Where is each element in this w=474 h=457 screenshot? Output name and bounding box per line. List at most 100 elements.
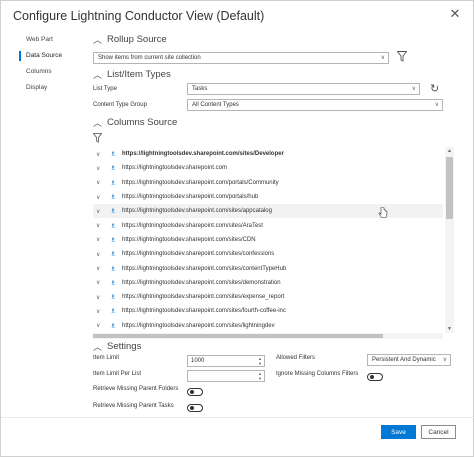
list-item-types-header[interactable]: ︿ List/Item Types: [93, 68, 171, 81]
tree-row[interactable]: ∨ ♗ https://lightningtoolsdev.sharepoint.c…: [93, 176, 443, 190]
tree-row[interactable]: ∨ ♗ https://lightningtoolsdev.sharepoint.c…: [93, 290, 443, 304]
sidebar-item-columns[interactable]: Columns: [1, 65, 83, 79]
site-icon: ♗: [110, 236, 117, 244]
cancel-button[interactable]: Cancel: [421, 425, 456, 439]
columns-source-title: Columns Source: [107, 117, 178, 128]
chevron-down-icon[interactable]: ∨: [96, 165, 110, 172]
chevron-down-icon[interactable]: ∨: [96, 251, 110, 258]
list-type-value: Tasks: [192, 86, 208, 92]
tree-row[interactable]: ∨ ♗ https://lightningtoolsdev.sharepoint.c…: [93, 261, 443, 275]
item-limit-per-list-label: Item Limit Per List: [93, 371, 142, 377]
chevron-down-icon[interactable]: ∨: [96, 208, 110, 215]
site-icon: ♗: [110, 165, 117, 173]
sidebar-nav: Web Part Data Source Columns Display: [1, 31, 83, 97]
retrieve-parent-tasks-toggle[interactable]: [187, 404, 203, 412]
tree-row[interactable]: ∨ ♗ https://lightningtoolsdev.sharepoint.c…: [93, 190, 443, 204]
chevron-down-icon[interactable]: ∨: [96, 265, 110, 272]
site-url: https://lightningtoolsdev.sharepoint.com…: [122, 222, 263, 229]
site-icon: ♗: [110, 294, 117, 302]
tree-row[interactable]: ∨ ♗ https://lightningtoolsdev.sharepoint.c…: [93, 319, 443, 333]
content-type-group-value: All Content Types: [192, 102, 239, 108]
settings-title: Settings: [107, 341, 142, 352]
refresh-icon[interactable]: ↻: [430, 82, 439, 95]
site-url: https://lightningtoolsdev.sharepoint.com…: [122, 236, 256, 243]
ignore-missing-columns-toggle[interactable]: [367, 373, 383, 381]
tree-row[interactable]: ∨ ♗ https://lightningtoolsdev.sharepoint.c…: [93, 147, 443, 161]
item-limit-per-list-input[interactable]: ▲ ▼: [187, 370, 265, 382]
chevron-up-icon: ︿: [93, 35, 103, 45]
spin-arrows-icon[interactable]: ▲ ▼: [258, 371, 262, 381]
tree-vertical-scrollbar[interactable]: ▲ ▼: [445, 147, 454, 333]
hand-cursor-icon: [378, 207, 388, 218]
list-type-select[interactable]: Tasks ∨: [187, 83, 420, 95]
chevron-up-icon: ︿: [93, 118, 103, 128]
site-url: https://lightningtoolsdev.sharepoint.com…: [122, 208, 272, 215]
chevron-down-icon[interactable]: ∨: [96, 151, 110, 158]
scrollbar-thumb[interactable]: [93, 334, 383, 338]
item-limit-label: Item Limit: [93, 355, 120, 361]
item-limit-value: 1000: [191, 358, 205, 364]
tree-row[interactable]: ∨ ♗ https://lightningtoolsdev.sharepoint.c…: [93, 233, 443, 247]
content-type-group-select[interactable]: All Content Types ∨: [187, 99, 443, 111]
tree-row[interactable]: ∨ ♗ https://lightningtoolsdev.sharepoint.c…: [93, 276, 443, 290]
site-tree: ∨ ♗ https://lightningtoolsdev.sharepoint.c…: [93, 147, 443, 333]
chevron-down-icon[interactable]: ∨: [96, 322, 110, 329]
scroll-up-icon[interactable]: ▲: [445, 147, 454, 155]
tree-row[interactable]: ∨ ♗ https://lightningtoolsdev.sharepoint.c…: [93, 204, 443, 219]
site-icon: ♗: [110, 279, 117, 287]
scrollbar-thumb[interactable]: [446, 157, 453, 219]
tree-row[interactable]: ∨ ♗ https://lightningtoolsdev.sharepoint.c…: [93, 304, 443, 318]
filter-icon[interactable]: [396, 51, 408, 65]
dialog-title: Configure Lightning Conductor View (Defa…: [13, 9, 265, 23]
tree-row[interactable]: ∨ ♗ https://lightningtoolsdev.sharepoint.c…: [93, 218, 443, 232]
chevron-down-icon[interactable]: ∨: [96, 222, 110, 229]
filter-icon[interactable]: [92, 133, 103, 146]
site-url: https://lightningtoolsdev.sharepoint.com: [122, 165, 227, 172]
ignore-missing-columns-label: Ignore Missing Columns Filters: [276, 371, 359, 377]
allowed-filters-value: Persistent And Dynamic: [372, 357, 436, 363]
chevron-down-icon: ∨: [411, 86, 416, 92]
chevron-down-icon[interactable]: ∨: [96, 279, 110, 286]
site-icon: ♗: [110, 308, 117, 316]
site-icon: ♗: [110, 179, 117, 187]
chevron-down-icon: ∨: [442, 357, 447, 363]
site-url: https://lightningtoolsdev.sharepoint.com…: [122, 322, 275, 329]
tree-horizontal-scrollbar[interactable]: [93, 333, 443, 339]
site-icon: ♗: [110, 194, 117, 202]
chevron-down-icon: ∨: [380, 55, 385, 61]
item-limit-input[interactable]: 1000 ▲ ▼: [187, 355, 265, 367]
save-button[interactable]: Save: [381, 425, 416, 439]
allowed-filters-select[interactable]: Persistent And Dynamic ∨: [367, 354, 451, 366]
site-url: https://lightningtoolsdev.sharepoint.com…: [122, 179, 279, 186]
list-item-types-title: List/Item Types: [107, 69, 171, 80]
retrieve-parent-folders-toggle[interactable]: [187, 388, 203, 396]
allowed-filters-label: Allowed Filters: [276, 355, 316, 361]
tree-row[interactable]: ∨ ♗ https://lightningtoolsdev.sharepoint.c…: [93, 247, 443, 261]
sidebar-item-web-part[interactable]: Web Part: [1, 33, 83, 47]
close-icon[interactable]: ✕: [447, 6, 463, 22]
site-icon: ♗: [110, 208, 117, 216]
chevron-down-icon[interactable]: ∨: [96, 236, 110, 243]
chevron-down-icon[interactable]: ∨: [96, 179, 110, 186]
chevron-down-icon[interactable]: ∨: [96, 308, 110, 315]
site-icon: ♗: [110, 151, 117, 159]
columns-source-header[interactable]: ︿ Columns Source: [93, 116, 177, 129]
site-icon: ♗: [110, 222, 117, 230]
rollup-source-title: Rollup Source: [107, 34, 167, 45]
site-url: https://lightningtoolsdev.sharepoint.com…: [122, 194, 259, 201]
chevron-down-icon[interactable]: ∨: [96, 194, 110, 201]
sidebar-item-display[interactable]: Display: [1, 81, 83, 95]
spin-arrows-icon[interactable]: ▲ ▼: [258, 356, 262, 366]
configure-dialog: Configure Lightning Conductor View (Defa…: [0, 0, 474, 457]
footer-divider: [1, 417, 474, 418]
site-url: https://lightningtoolsdev.sharepoint.com…: [122, 251, 275, 258]
list-type-label: List Type: [93, 86, 117, 92]
rollup-source-header[interactable]: ︿ Rollup Source: [93, 33, 167, 46]
rollup-source-select[interactable]: Show items from current site collection …: [93, 52, 389, 64]
chevron-down-icon[interactable]: ∨: [96, 294, 110, 301]
sidebar-item-data-source[interactable]: Data Source: [1, 49, 83, 63]
settings-header[interactable]: ︿ Settings: [93, 340, 141, 353]
tree-row[interactable]: ∨ ♗ https://lightningtoolsdev.sharepoint.c…: [93, 161, 443, 175]
site-icon: ♗: [110, 322, 117, 330]
scroll-down-icon[interactable]: ▼: [445, 325, 454, 333]
